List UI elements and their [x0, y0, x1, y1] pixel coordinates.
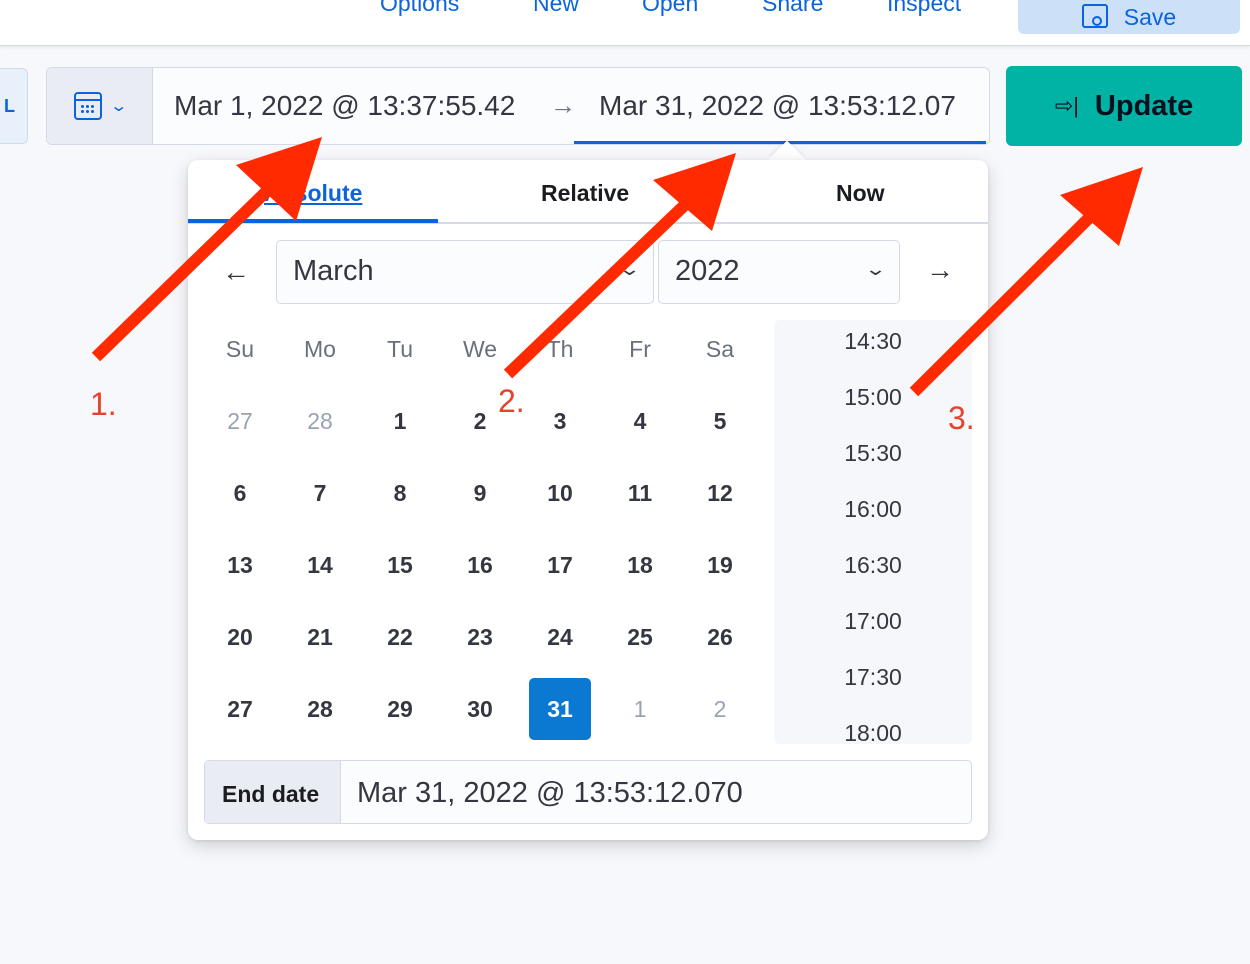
arrow-right-icon: → — [550, 90, 576, 120]
nav-link-new[interactable]: New — [533, 0, 579, 17]
time-option[interactable]: 18:00 — [774, 720, 972, 744]
nav-link-open[interactable]: Open — [642, 0, 698, 17]
end-date-button[interactable]: Mar 31, 2022 @ 13:53:12.07 — [599, 90, 956, 122]
quick-select-button[interactable]: ⌄ — [47, 68, 153, 144]
update-label: Update — [1094, 89, 1194, 122]
end-date-label: End date — [205, 761, 341, 823]
calendar-day[interactable]: 18 — [609, 534, 671, 596]
calendar-day[interactable]: 21 — [289, 606, 351, 668]
time-option[interactable]: 16:30 — [774, 552, 972, 579]
calendar-day[interactable]: 3 — [529, 390, 591, 452]
time-option[interactable]: 16:00 — [774, 496, 972, 523]
calendar-day[interactable]: 1 — [369, 390, 431, 452]
update-button[interactable]: ⇨| Update — [1006, 66, 1242, 146]
chevron-down-icon: ⌄ — [109, 98, 128, 115]
next-month-icon[interactable]: → — [926, 254, 954, 286]
year-select-value: 2022 — [675, 255, 740, 287]
calendar-day[interactable]: 13 — [209, 534, 271, 596]
calendar-day[interactable]: 24 — [529, 606, 591, 668]
calendar-day[interactable]: 6 — [209, 462, 271, 524]
time-option[interactable]: 14:30 — [774, 328, 972, 355]
month-select[interactable]: March ⌄ — [276, 240, 654, 304]
time-list[interactable]: 14:30 15:00 15:30 16:00 16:30 17:00 17:3… — [774, 320, 972, 744]
weekday-label: Su — [225, 336, 255, 362]
time-option[interactable]: 17:00 — [774, 608, 972, 635]
calendar-day[interactable]: 19 — [689, 534, 751, 596]
calendar-day[interactable]: 7 — [289, 462, 351, 524]
start-date-button[interactable]: Mar 1, 2022 @ 13:37:55.42 — [174, 90, 515, 122]
calendar-day[interactable]: 5 — [689, 390, 751, 452]
time-option[interactable]: 17:30 — [774, 664, 972, 691]
weekday-label: Th — [546, 336, 574, 362]
date-range-picker: ⌄ Mar 1, 2022 @ 13:37:55.42 → Mar 31, 20… — [46, 67, 990, 145]
calendar-day[interactable]: 10 — [529, 462, 591, 524]
calendar-day[interactable]: 15 — [369, 534, 431, 596]
calendar-day[interactable]: 23 — [449, 606, 511, 668]
tab-relative[interactable]: Relative — [541, 180, 629, 207]
calendar-day[interactable]: 26 — [689, 606, 751, 668]
tab-now[interactable]: Now — [836, 180, 885, 207]
calendar-day[interactable]: 4 — [609, 390, 671, 452]
calendar-day-selected[interactable]: 31 — [529, 678, 591, 740]
calendar-day[interactable]: 14 — [289, 534, 351, 596]
calendar-day[interactable]: 9 — [449, 462, 511, 524]
calendar-day[interactable]: 27 — [209, 678, 271, 740]
calendar-day[interactable]: 29 — [369, 678, 431, 740]
weekday-label: Sa — [705, 336, 735, 362]
nav-link-share[interactable]: Share — [762, 0, 823, 17]
calendar-day[interactable]: 28 — [289, 390, 351, 452]
chevron-down-icon: ⌄ — [618, 259, 641, 279]
save-button[interactable]: Save — [1018, 0, 1240, 34]
calendar-day[interactable]: 12 — [689, 462, 751, 524]
time-option[interactable]: 15:00 — [774, 384, 972, 411]
year-select[interactable]: 2022 ⌄ — [658, 240, 900, 304]
top-nav-bar: Options New Open Share Inspect Save — [0, 0, 1250, 46]
calendar-day[interactable]: 8 — [369, 462, 431, 524]
annotation-number-1: 1. — [90, 386, 117, 422]
previous-month-icon[interactable]: ← — [222, 256, 250, 288]
save-label: Save — [1123, 3, 1177, 30]
weekday-label: Fr — [629, 336, 651, 362]
end-date-popover: Absolute Relative Now ← March ⌄ 2022 ⌄ →… — [188, 160, 988, 840]
calendar-day[interactable]: 1 — [609, 678, 671, 740]
calendar-day[interactable]: 16 — [449, 534, 511, 596]
calendar-day[interactable]: 22 — [369, 606, 431, 668]
month-select-value: March — [293, 255, 374, 287]
tab-absolute[interactable]: Absolute — [264, 180, 362, 207]
tab-active-indicator — [188, 219, 438, 223]
nav-link-inspect[interactable]: Inspect — [887, 0, 961, 17]
end-date-field: End date Mar 31, 2022 @ 13:53:12.070 — [204, 760, 972, 824]
date-tabs: Absolute Relative Now — [188, 160, 988, 224]
chevron-down-icon: ⌄ — [864, 259, 887, 279]
update-icon: ⇨| — [1054, 93, 1079, 118]
calendar-day[interactable]: 17 — [529, 534, 591, 596]
calendar-day[interactable]: 25 — [609, 606, 671, 668]
weekday-label: Tu — [387, 336, 413, 362]
calendar-day[interactable]: 2 — [689, 678, 751, 740]
calendar-day[interactable]: 30 — [449, 678, 511, 740]
calendar-day[interactable]: 27 — [209, 390, 271, 452]
calendar-day[interactable]: 11 — [609, 462, 671, 524]
time-option[interactable]: 15:30 — [774, 440, 972, 467]
query-menu-label: L — [4, 95, 15, 116]
nav-link-options[interactable]: Options — [380, 0, 459, 17]
weekday-label: We — [462, 336, 498, 362]
end-date-active-indicator — [574, 141, 986, 144]
annotation-number-2: 2. — [498, 383, 525, 419]
calendar-day[interactable]: 20 — [209, 606, 271, 668]
end-date-input[interactable]: Mar 31, 2022 @ 13:53:12.070 — [357, 777, 743, 810]
save-icon — [1081, 4, 1108, 28]
query-menu-button[interactable]: L — [0, 68, 28, 144]
annotation-number-3: 3. — [948, 400, 975, 436]
calendar-day[interactable]: 28 — [289, 678, 351, 740]
calendar-icon — [73, 92, 102, 120]
weekday-label: Mo — [304, 336, 336, 362]
